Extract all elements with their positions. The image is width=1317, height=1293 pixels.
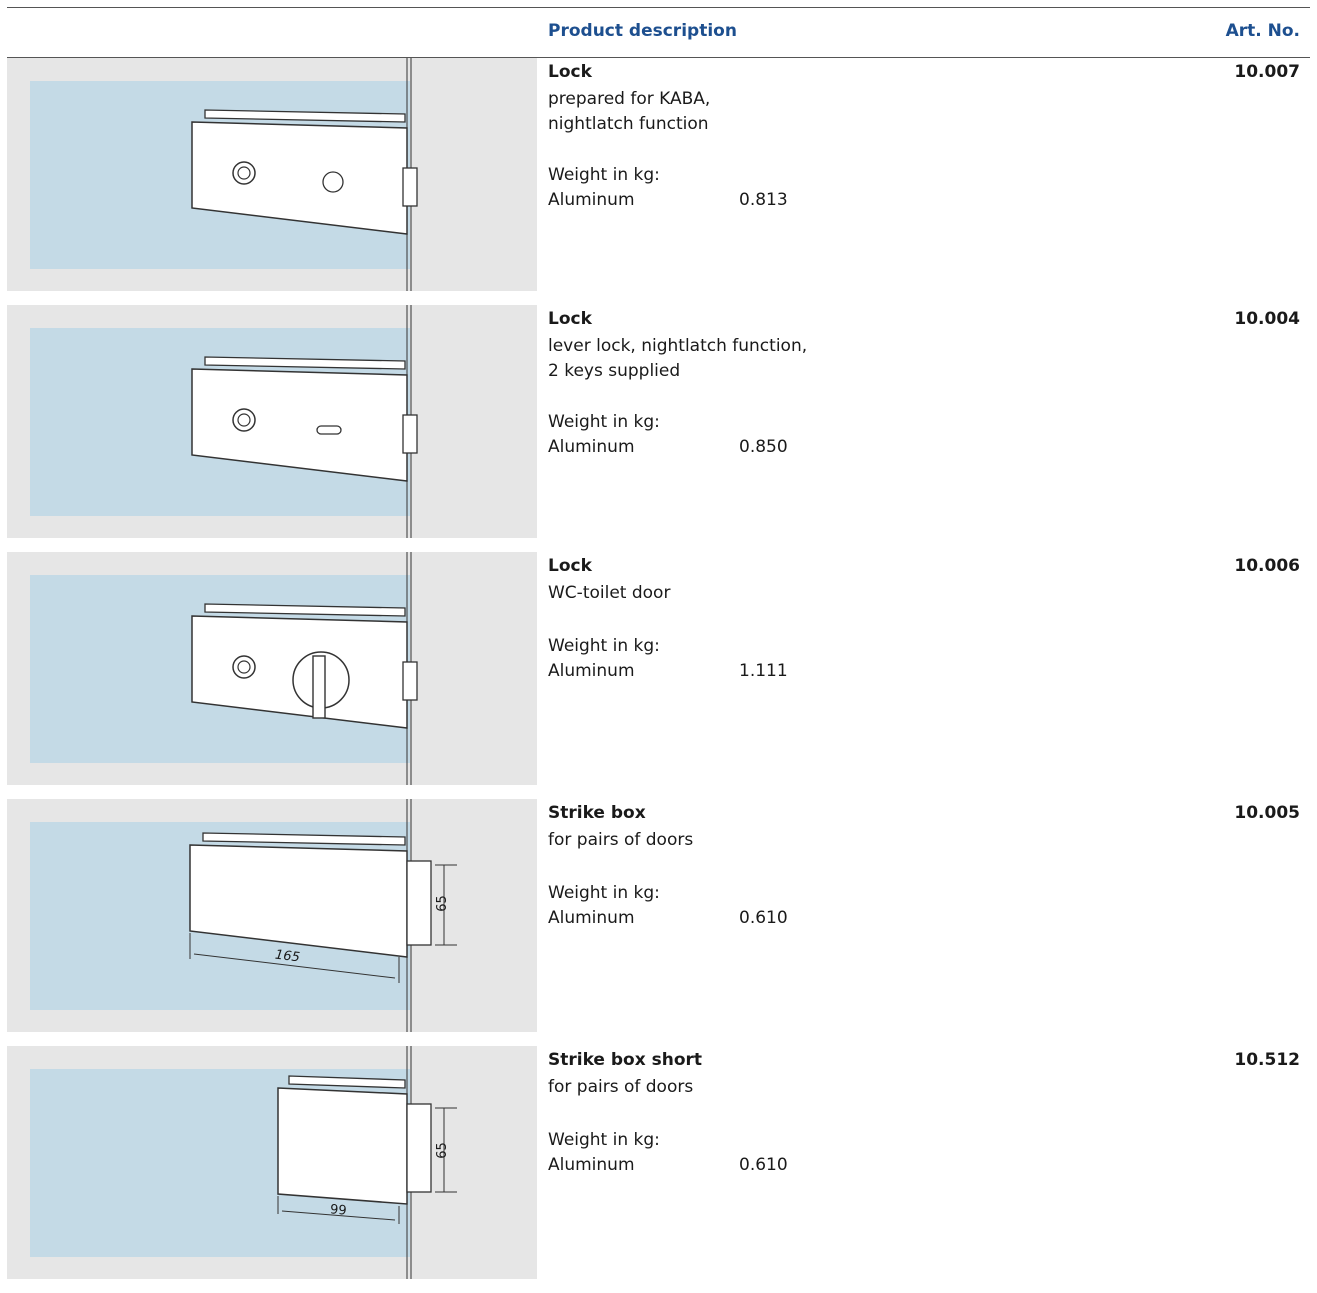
column-header-description: Product description [548, 21, 737, 41]
weight-label: Weight in kg: [548, 883, 660, 903]
strike-box-short-icon [30, 1046, 457, 1279]
weight-value: 0.850 [739, 437, 788, 457]
product-title: Lock [548, 556, 592, 576]
column-header-art-no: Art. No. [1225, 21, 1300, 41]
product-row: Lock prepared for KABA, nightlatch funct… [0, 58, 1317, 305]
product-title: Strike box [548, 803, 646, 823]
lock-lever-icon [30, 305, 418, 538]
product-description-line: lever lock, nightlatch function, [548, 336, 808, 356]
width-dimension-label: 99 [329, 1202, 348, 1219]
art-no: 10.512 [1234, 1050, 1300, 1070]
lock-wc-icon [30, 552, 418, 785]
product-row: Lock WC-toilet door Weight in kg: Alumin… [0, 552, 1317, 799]
material-label: Aluminum [548, 437, 635, 457]
product-image-panel [7, 305, 537, 538]
product-description-line: WC-toilet door [548, 583, 671, 603]
product-image-panel [7, 552, 537, 785]
product-description-line: nightlatch function [548, 114, 709, 134]
product-description-line: prepared for KABA, [548, 89, 711, 109]
weight-label: Weight in kg: [548, 1130, 660, 1150]
weight-value: 1.111 [739, 661, 788, 681]
product-title: Lock [548, 62, 592, 82]
product-row: 99 65 Strike box short for pairs of door… [0, 1046, 1317, 1293]
art-no: 10.004 [1234, 309, 1300, 329]
product-row: 165 65 Strike box for pairs of doors Wei… [0, 799, 1317, 1046]
product-image-panel: 99 65 [7, 1046, 537, 1279]
product-description-line: for pairs of doors [548, 1077, 694, 1097]
product-description-line: for pairs of doors [548, 830, 694, 850]
product-image-panel [7, 58, 537, 291]
top-rule [7, 7, 1310, 8]
art-no: 10.005 [1234, 803, 1300, 823]
weight-value: 0.610 [739, 908, 788, 928]
weight-label: Weight in kg: [548, 412, 660, 432]
weight-label: Weight in kg: [548, 165, 660, 185]
weight-label: Weight in kg: [548, 636, 660, 656]
lock-kaba-icon [30, 58, 418, 291]
weight-value: 0.813 [739, 190, 788, 210]
material-label: Aluminum [548, 661, 635, 681]
art-no: 10.006 [1234, 556, 1300, 576]
height-dimension-label: 65 [434, 895, 450, 912]
height-dimension-label: 65 [434, 1142, 450, 1159]
strike-box-icon [30, 799, 457, 1032]
art-no: 10.007 [1234, 62, 1300, 82]
material-label: Aluminum [548, 908, 635, 928]
weight-value: 0.610 [739, 1155, 788, 1175]
product-description-line: 2 keys supplied [548, 361, 681, 381]
material-label: Aluminum [548, 1155, 635, 1175]
width-dimension-label: 165 [274, 947, 301, 966]
product-row: Lock lever lock, nightlatch function, 2 … [0, 305, 1317, 552]
product-title: Strike box short [548, 1050, 703, 1070]
product-image-panel: 165 65 [7, 799, 537, 1032]
material-label: Aluminum [548, 190, 635, 210]
product-title: Lock [548, 309, 592, 329]
